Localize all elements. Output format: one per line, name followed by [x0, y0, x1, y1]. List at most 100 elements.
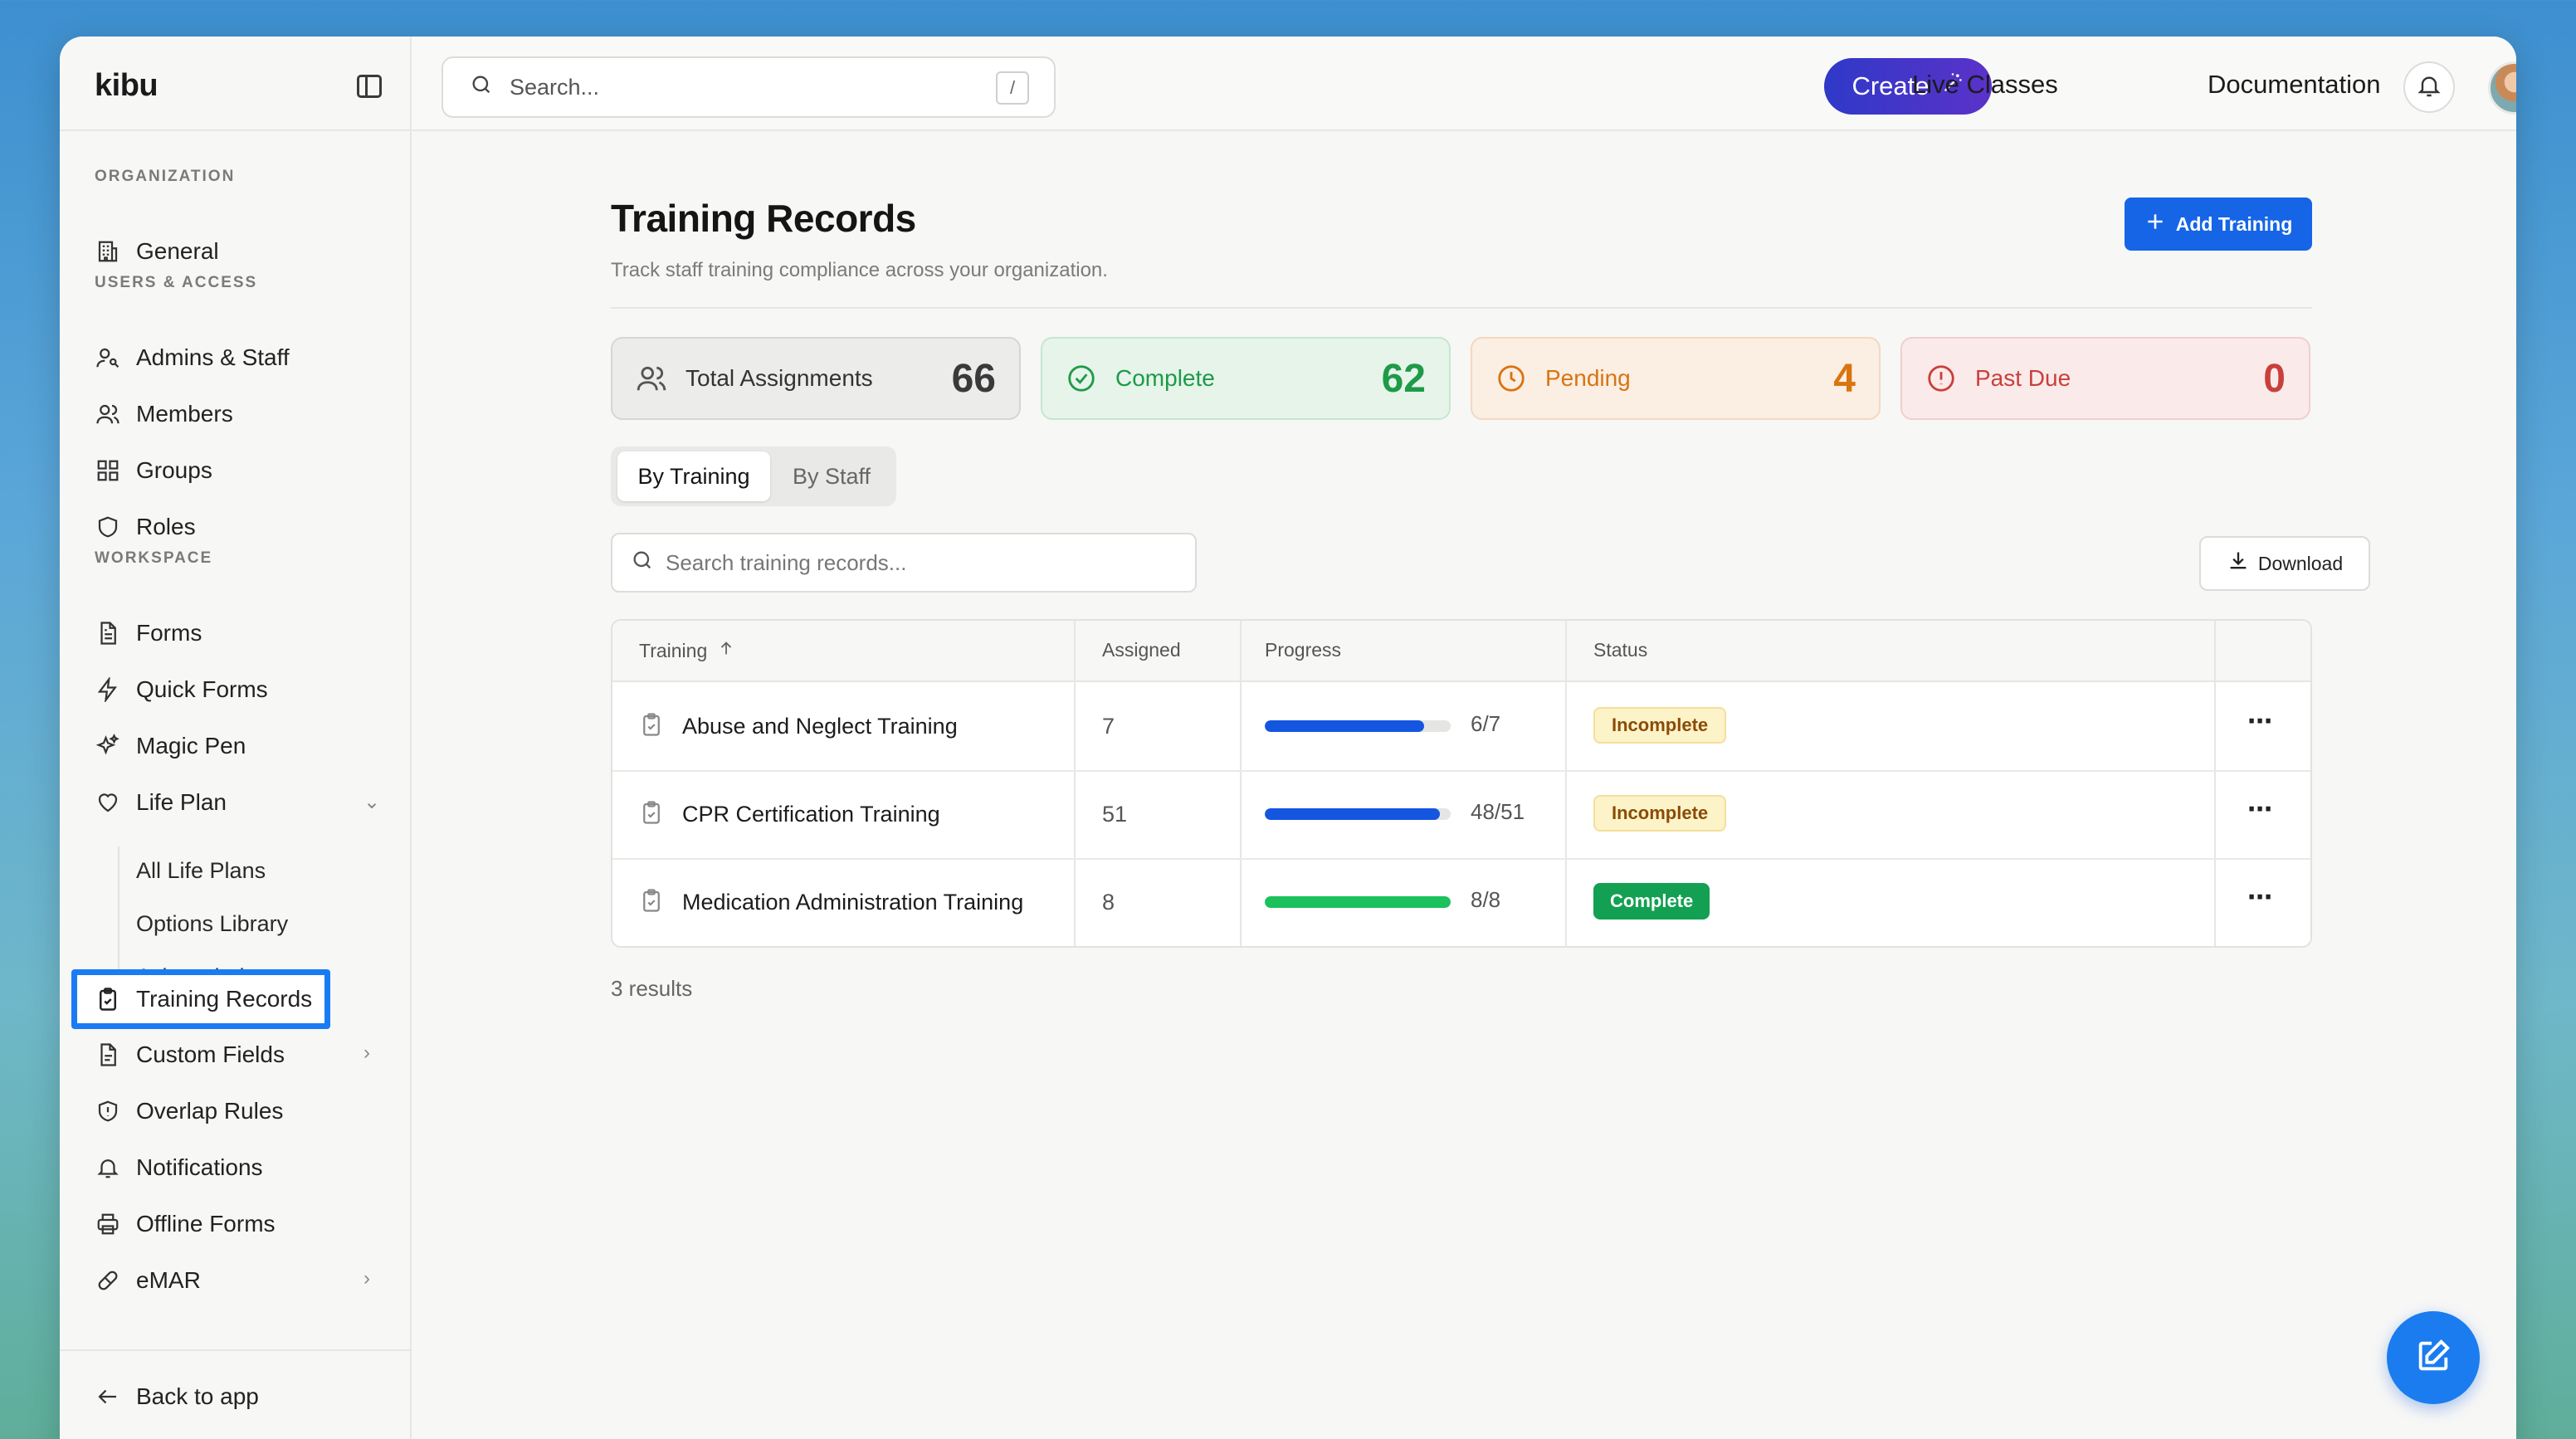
sidebar: kibu ORGANIZATION General USERS & ACCESS… [60, 37, 412, 1439]
sidebar-item-training-records[interactable]: Training Records [95, 977, 312, 1022]
progress-ratio: 8/8 [1471, 887, 1501, 912]
training-name[interactable]: Abuse and Neglect Training [682, 714, 958, 739]
training-search-input[interactable]: Search training records... [611, 533, 1197, 593]
status-badge: Incomplete [1593, 795, 1727, 832]
sidebar-item-label: Notifications [136, 1154, 263, 1180]
stat-complete: Complete 62 [1041, 337, 1451, 420]
stat-value: 66 [951, 356, 996, 401]
compose-button[interactable] [2387, 1311, 2480, 1404]
live-classes-link[interactable]: Live Classes [1912, 70, 2058, 100]
sidebar-item-forms[interactable]: Forms [95, 611, 202, 656]
clipboard-check-icon [639, 712, 664, 743]
assigned-count: 7 [1102, 714, 1115, 739]
stat-label: Complete [1115, 365, 1215, 391]
training-table: Training Assigned Progress Status Abuse … [611, 619, 2312, 948]
global-search-input[interactable]: Search... / [442, 56, 1056, 118]
sidebar-item-label: Admins & Staff [136, 344, 290, 370]
plus-icon [2144, 211, 2166, 237]
status-badge: Incomplete [1593, 707, 1727, 744]
page-title: Training Records [611, 197, 916, 240]
table-row[interactable]: Medication Administration Training 8 8/8… [612, 860, 2310, 946]
tab-by-staff[interactable]: By Staff [773, 451, 890, 501]
app-window: kibu ORGANIZATION General USERS & ACCESS… [60, 37, 2516, 1439]
training-name[interactable]: Medication Administration Training [682, 890, 1023, 915]
column-header-training[interactable]: Training [639, 639, 735, 662]
results-count: 3 results [611, 976, 693, 1001]
notifications-button[interactable] [2403, 61, 2455, 113]
search-placeholder: Search... [510, 74, 600, 100]
sidebar-item-magic-pen[interactable]: Magic Pen [95, 724, 246, 768]
clipboard-check-icon [639, 888, 664, 919]
column-header-status[interactable]: Status [1593, 639, 1647, 661]
stat-label: Pending [1545, 365, 1631, 391]
pill-icon [95, 1267, 121, 1294]
sidebar-item-life-plan[interactable]: Life Plan [95, 780, 227, 825]
sidebar-item-general[interactable]: General [95, 229, 219, 274]
heart-icon [95, 789, 121, 816]
main-content: Training Records Track staff training co… [412, 133, 2516, 1439]
sidebar-item-members[interactable]: Members [95, 392, 233, 437]
sidebar-item-admins-staff[interactable]: Admins & Staff [95, 335, 290, 380]
search-icon [470, 73, 510, 102]
table-row[interactable]: Abuse and Neglect Training 7 6/7 Incompl… [612, 684, 2310, 772]
lightning-icon [95, 676, 121, 703]
bell-icon [2416, 72, 2442, 103]
progress-fill [1265, 808, 1440, 820]
bell-icon [95, 1154, 121, 1181]
column-header-progress[interactable]: Progress [1265, 639, 1341, 661]
shield-alert-icon [95, 1098, 121, 1124]
arrow-left-icon [95, 1383, 121, 1410]
users-icon [95, 401, 121, 427]
download-label: Download [2257, 552, 2344, 574]
sidebar-item-custom-fields[interactable]: Custom Fields [95, 1032, 285, 1077]
stat-pending: Pending 4 [1471, 337, 1881, 420]
sidebar-item-emar[interactable]: eMAR [95, 1258, 201, 1303]
stat-past-due: Past Due 0 [1900, 337, 2310, 420]
page-subtitle: Track staff training compliance across y… [611, 259, 1108, 281]
shortcut-key: / [996, 71, 1029, 105]
sidebar-item-label: Training Records [136, 986, 313, 1012]
check-circle-icon [1066, 363, 1097, 394]
progress-ratio: 48/51 [1471, 799, 1525, 824]
sidebar-subitem-options-library[interactable]: Options Library [136, 903, 288, 944]
sidebar-item-roles[interactable]: Roles [95, 505, 196, 549]
sidebar-item-notifications[interactable]: Notifications [95, 1145, 263, 1190]
table-header: Training Assigned Progress Status [612, 621, 2310, 682]
user-key-icon [95, 344, 121, 371]
avatar[interactable] [2488, 61, 2516, 115]
table-row[interactable]: CPR Certification Training 51 48/51 Inco… [612, 772, 2310, 860]
more-actions-icon[interactable]: ⋯ [2247, 707, 2273, 736]
sidebar-item-label: Offline Forms [136, 1211, 276, 1237]
stat-value: 4 [1833, 356, 1856, 401]
back-to-app-link[interactable]: Back to app [95, 1374, 259, 1419]
download-icon [2227, 549, 2250, 578]
more-actions-icon[interactable]: ⋯ [2247, 883, 2273, 912]
chevron-down-icon[interactable]: ⌄ [363, 793, 380, 812]
chevron-right-icon[interactable]: › [363, 1043, 378, 1063]
sidebar-item-groups[interactable]: Groups [95, 448, 212, 493]
stat-total-assignments: Total Assignments 66 [611, 337, 1021, 420]
clipboard-check-icon [639, 800, 664, 831]
section-label-workspace: WORKSPACE [95, 549, 213, 567]
sidebar-item-label: Forms [136, 620, 202, 646]
documentation-link[interactable]: Documentation [2208, 70, 2381, 100]
training-name[interactable]: CPR Certification Training [682, 802, 940, 827]
sidebar-toggle-icon[interactable] [357, 75, 382, 98]
tab-by-training[interactable]: By Training [617, 451, 770, 501]
brand-logo[interactable]: kibu [95, 68, 159, 104]
sidebar-item-quick-forms[interactable]: Quick Forms [95, 667, 268, 712]
add-training-button[interactable]: Add Training [2125, 198, 2312, 251]
download-button[interactable]: Download [2199, 536, 2370, 591]
shield-icon [95, 514, 121, 540]
sparkles-icon [95, 733, 121, 759]
chevron-right-icon[interactable]: › [363, 1269, 378, 1289]
sidebar-subitem-all-life-plans[interactable]: All Life Plans [136, 850, 266, 891]
stat-label: Past Due [1975, 365, 2071, 391]
sidebar-item-label: Groups [136, 457, 212, 483]
clipboard-check-icon [95, 986, 121, 1012]
sidebar-item-offline-forms[interactable]: Offline Forms [95, 1202, 276, 1246]
column-header-assigned[interactable]: Assigned [1102, 639, 1181, 661]
sidebar-item-overlap-rules[interactable]: Overlap Rules [95, 1089, 283, 1134]
more-actions-icon[interactable]: ⋯ [2247, 795, 2273, 824]
assigned-count: 51 [1102, 802, 1128, 827]
